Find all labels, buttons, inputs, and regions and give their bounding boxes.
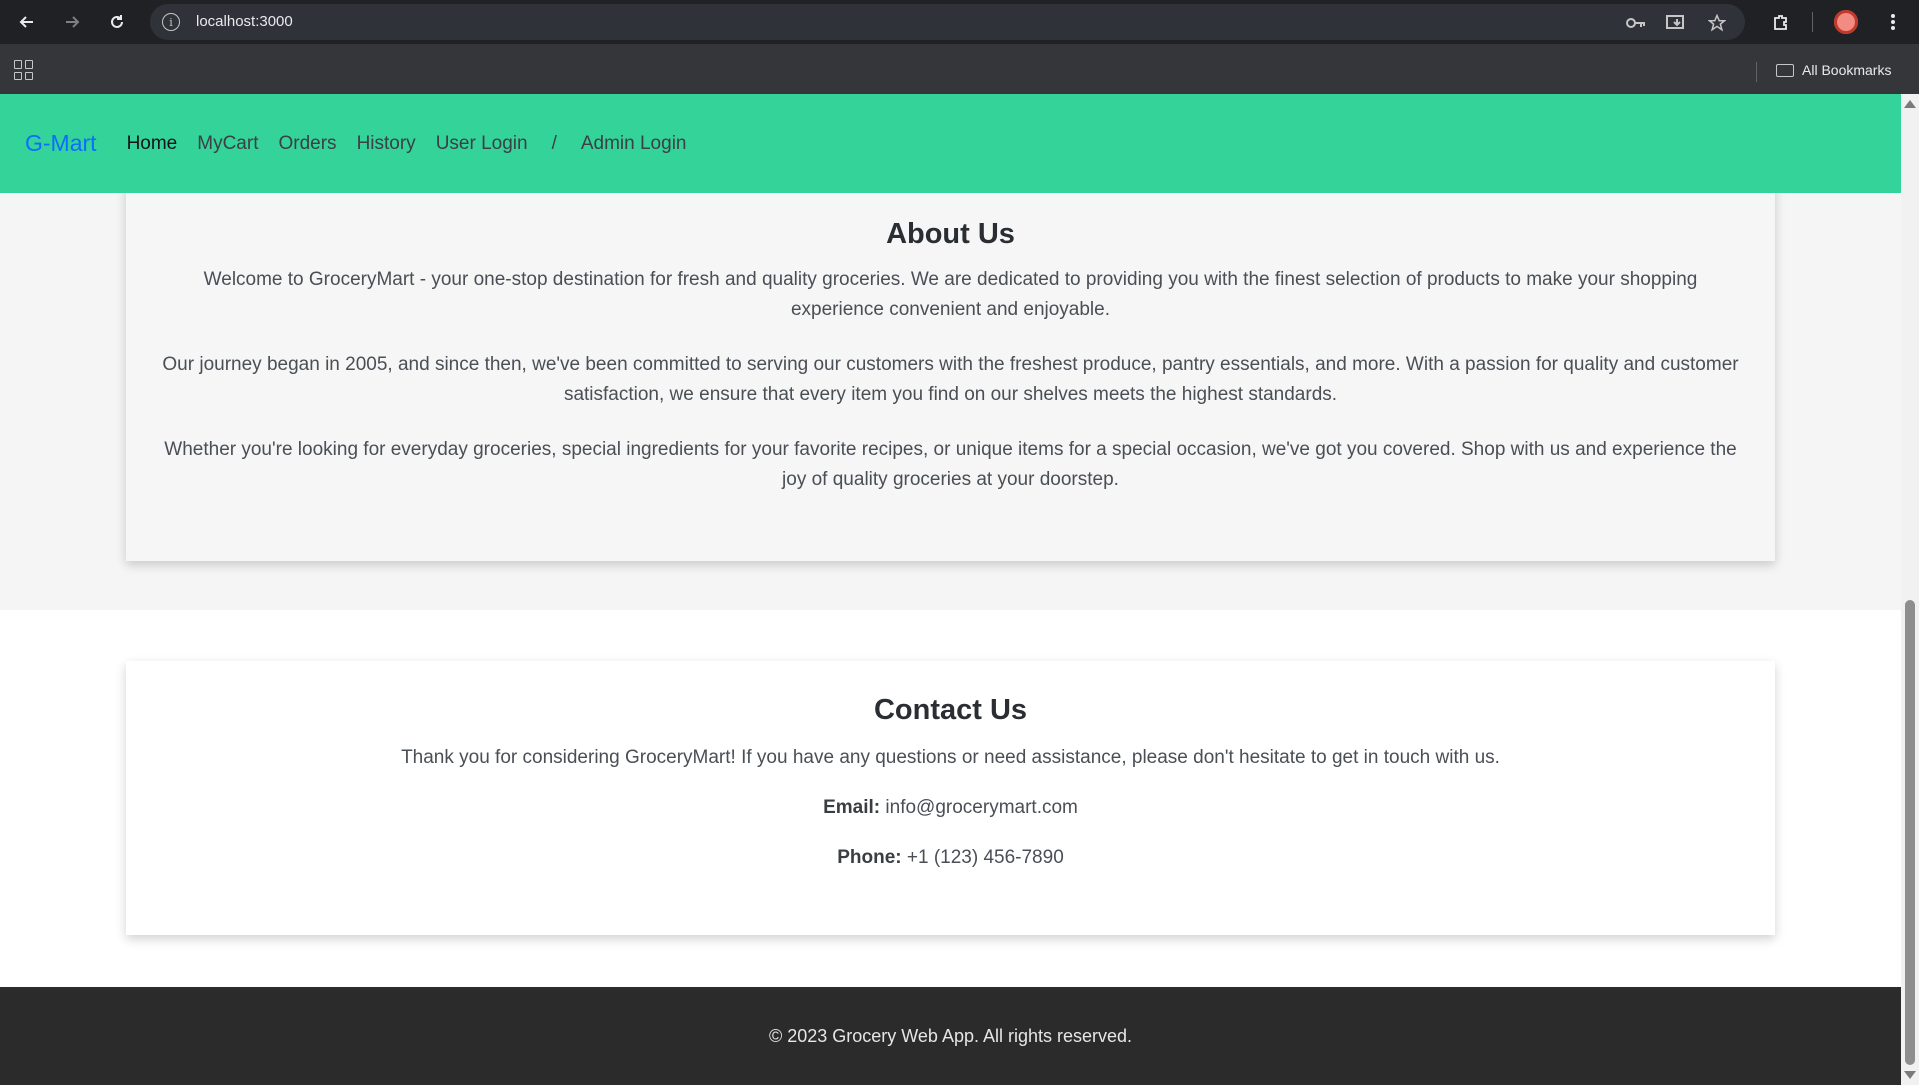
page-scrollbar[interactable]: [1901, 94, 1919, 1085]
about-paragraph-3: Whether you're looking for everyday groc…: [164, 439, 1737, 490]
scroll-up-arrow-icon[interactable]: [1904, 100, 1916, 108]
about-paragraph-2: Our journey began in 2005, and since the…: [162, 354, 1739, 405]
email-value: info@grocerymart.com: [885, 797, 1078, 818]
kebab-menu-icon[interactable]: [1879, 8, 1907, 36]
site-navbar: G-Mart Home MyCart Orders History User L…: [0, 94, 1901, 193]
contact-email: Email: info@grocerymart.com: [126, 793, 1775, 823]
bookmarks-bar: All Bookmarks: [0, 50, 1919, 94]
forward-button[interactable]: [58, 8, 86, 36]
contact-card: Contact Us Thank you for considering Gro…: [126, 661, 1775, 935]
folder-icon: [1776, 63, 1794, 77]
nav-links: Home MyCart Orders History User Login / …: [127, 133, 687, 155]
nav-link-user-login[interactable]: User Login: [436, 133, 528, 155]
reload-icon: [111, 15, 123, 28]
footer-text: © 2023 Grocery Web App. All rights reser…: [768, 1025, 1133, 1046]
nav-link-home[interactable]: Home: [127, 133, 178, 155]
scrollbar-thumb[interactable]: [1905, 600, 1915, 1065]
site-footer: © 2023 Grocery Web App. All rights reser…: [0, 987, 1901, 1085]
install-icon[interactable]: [1665, 12, 1687, 34]
about-paragraph-1: Welcome to GroceryMart - your one-stop d…: [203, 269, 1698, 320]
reload-button[interactable]: [103, 8, 131, 36]
arrow-left-icon: [19, 16, 33, 28]
nav-separator: /: [551, 132, 557, 154]
key-icon[interactable]: [1625, 12, 1647, 34]
profile-avatar[interactable]: [1834, 10, 1858, 34]
puzzle-icon[interactable]: [1767, 8, 1795, 36]
all-bookmarks-label: All Bookmarks: [1802, 62, 1892, 78]
nav-link-orders[interactable]: Orders: [278, 133, 336, 155]
phone-label: Phone:: [837, 847, 902, 868]
contact-phone: Phone: +1 (123) 456-7890: [126, 843, 1775, 873]
info-icon[interactable]: i: [162, 13, 180, 31]
browser-toolbar: i localhost:3000: [0, 0, 1919, 44]
about-card: About Us Welcome to GroceryMart - your o…: [126, 183, 1775, 561]
address-bar[interactable]: i localhost:3000: [150, 4, 1745, 40]
nav-link-admin-login[interactable]: Admin Login: [581, 133, 687, 155]
contact-intro: Thank you for considering GroceryMart! I…: [401, 747, 1500, 768]
star-icon[interactable]: [1706, 12, 1728, 34]
toolbar-separator: [1812, 12, 1813, 32]
about-title: About Us: [886, 218, 1015, 250]
apps-grid-icon[interactable]: [14, 60, 34, 80]
brand-logo[interactable]: G-Mart: [25, 130, 97, 157]
scroll-down-arrow-icon[interactable]: [1904, 1071, 1916, 1079]
nav-link-history[interactable]: History: [357, 133, 416, 155]
all-bookmarks-button[interactable]: All Bookmarks: [1776, 58, 1891, 82]
contact-title: Contact Us: [873, 694, 1028, 726]
email-label: Email:: [823, 797, 881, 818]
about-section: About Us Welcome to GroceryMart - your o…: [0, 183, 1901, 610]
arrow-right-icon: [66, 16, 80, 28]
phone-value: +1 (123) 456-7890: [906, 847, 1064, 868]
url-text[interactable]: localhost:3000: [196, 13, 293, 30]
browser-chrome: i localhost:3000 All Bookmarks: [0, 0, 1919, 94]
bookmarks-separator: [1756, 62, 1757, 82]
page-viewport: About Us Welcome to GroceryMart - your o…: [0, 94, 1901, 1085]
back-button[interactable]: [13, 8, 41, 36]
nav-link-mycart[interactable]: MyCart: [197, 133, 258, 155]
